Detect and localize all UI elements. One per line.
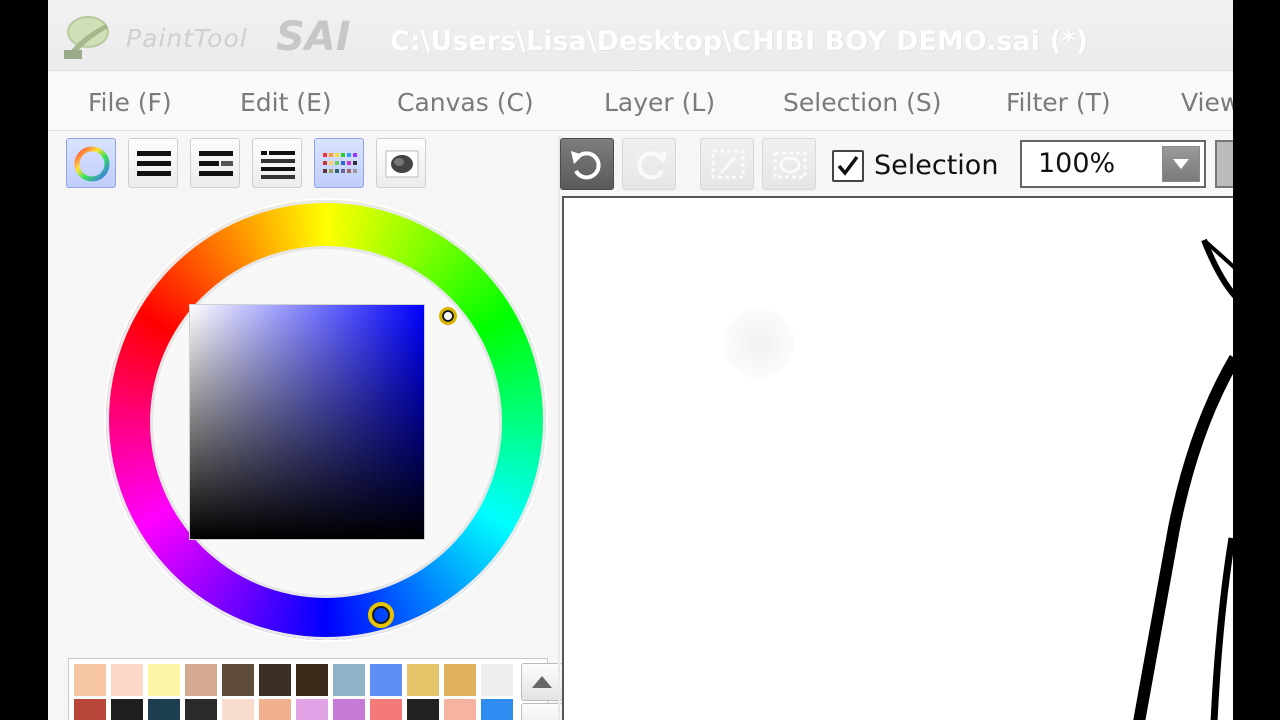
deselect-icon	[711, 149, 745, 179]
hsv-sliders-icon	[199, 151, 233, 176]
palette-swatch[interactable]	[222, 699, 254, 720]
rgb-sliders-icon	[137, 151, 171, 176]
color-mixer-button[interactable]	[252, 138, 302, 188]
color-panel	[66, 195, 556, 650]
palette-swatch[interactable]	[296, 664, 328, 696]
title-bar: PaintTool SAI C:\Users\Lisa\Desktop\CHIB…	[48, 0, 1233, 71]
color-mixer-sliders-icon	[261, 151, 295, 179]
undo-icon	[571, 151, 601, 180]
color-palette	[68, 658, 563, 720]
palette-swatch[interactable]	[444, 699, 476, 720]
palette-swatch[interactable]	[148, 664, 180, 696]
drawing-canvas[interactable]	[562, 196, 1233, 720]
palette-swatch[interactable]	[481, 699, 513, 720]
chevron-down-icon	[1173, 159, 1189, 169]
swatches-icon	[323, 153, 357, 173]
redo-icon	[637, 151, 667, 180]
zoom-select[interactable]: 100%	[1020, 140, 1206, 188]
letterbox-left	[0, 0, 48, 720]
palette-swatch[interactable]	[259, 664, 291, 696]
palette-swatch[interactable]	[185, 699, 217, 720]
invert-selection-icon	[773, 151, 807, 179]
palette-swatch[interactable]	[185, 664, 217, 696]
palette-swatch[interactable]	[370, 699, 402, 720]
window-title: C:\Users\Lisa\Desktop\CHIBI BOY DEMO.sai…	[390, 26, 1089, 57]
palette-swatch[interactable]	[333, 699, 365, 720]
menu-edit[interactable]: Edit (E)	[240, 88, 332, 117]
menu-canvas[interactable]: Canvas (C)	[397, 88, 534, 117]
sv-picker-marker[interactable]	[439, 307, 457, 325]
triangle-up-icon	[532, 676, 552, 688]
color-panel-toolbar	[66, 138, 436, 192]
drawing-strokes	[1133, 238, 1233, 720]
palette-swatch[interactable]	[407, 699, 439, 720]
palette-swatch[interactable]	[111, 664, 143, 696]
color-wheel-icon	[74, 146, 110, 182]
menu-filter[interactable]: Filter (T)	[1006, 88, 1111, 117]
saturation-value-square[interactable]	[189, 304, 425, 540]
screen: PaintTool SAI C:\Users\Lisa\Desktop\CHIB…	[0, 0, 1280, 720]
palette-swatch[interactable]	[222, 664, 254, 696]
app-name-big: SAI	[276, 14, 351, 60]
menu-file[interactable]: File (F)	[88, 88, 172, 117]
palette-swatch[interactable]	[444, 664, 476, 696]
palette-swatch[interactable]	[481, 664, 513, 696]
palette-swatch[interactable]	[74, 699, 106, 720]
palette-scroll-down-button[interactable]	[521, 703, 563, 720]
checkmark-icon	[837, 155, 859, 176]
letterbox-right	[1233, 0, 1280, 720]
brush-logo-icon	[64, 16, 109, 59]
palette-swatch[interactable]	[333, 664, 365, 696]
palette-swatch[interactable]	[296, 699, 328, 720]
selection-checkbox[interactable]	[832, 150, 864, 182]
paint-tool-window: PaintTool SAI C:\Users\Lisa\Desktop\CHIB…	[48, 0, 1233, 720]
menu-view[interactable]: View	[1181, 88, 1233, 117]
rgb-sliders-button[interactable]	[128, 138, 178, 188]
zoom-value: 100%	[1038, 148, 1116, 179]
palette-swatch[interactable]	[148, 699, 180, 720]
menu-layer[interactable]: Layer (L)	[604, 88, 715, 117]
scratchpad-button[interactable]	[376, 138, 426, 188]
palette-swatch[interactable]	[370, 664, 402, 696]
redo-button[interactable]	[622, 138, 676, 190]
deselect-button[interactable]	[700, 138, 754, 190]
hue-picker-marker[interactable]	[368, 602, 394, 628]
invert-selection-button[interactable]	[762, 138, 816, 190]
canvas-toolbar: Selection 100%	[560, 134, 1233, 196]
menu-selection[interactable]: Selection (S)	[783, 88, 942, 117]
app-logo: PaintTool SAI	[56, 8, 366, 62]
menu-bar: File (F) Edit (E) Canvas (C) Layer (L) S…	[48, 72, 1233, 131]
palette-swatch[interactable]	[407, 664, 439, 696]
panel-divider	[558, 136, 560, 720]
color-wheel-button[interactable]	[66, 138, 116, 188]
swatches-button[interactable]	[314, 138, 364, 188]
undo-button[interactable]	[560, 138, 614, 190]
palette-swatch[interactable]	[111, 699, 143, 720]
palette-swatch[interactable]	[74, 664, 106, 696]
scratchpad-icon	[385, 150, 419, 178]
zoom-dropdown-button[interactable]	[1162, 146, 1200, 182]
palette-scroll-up-button[interactable]	[521, 663, 563, 701]
zoom-adjacent-control[interactable]	[1215, 140, 1233, 188]
selection-checkbox-label: Selection	[874, 150, 999, 181]
palette-swatch[interactable]	[259, 699, 291, 720]
app-name-small: PaintTool	[126, 24, 248, 53]
hsv-sliders-button[interactable]	[190, 138, 240, 188]
